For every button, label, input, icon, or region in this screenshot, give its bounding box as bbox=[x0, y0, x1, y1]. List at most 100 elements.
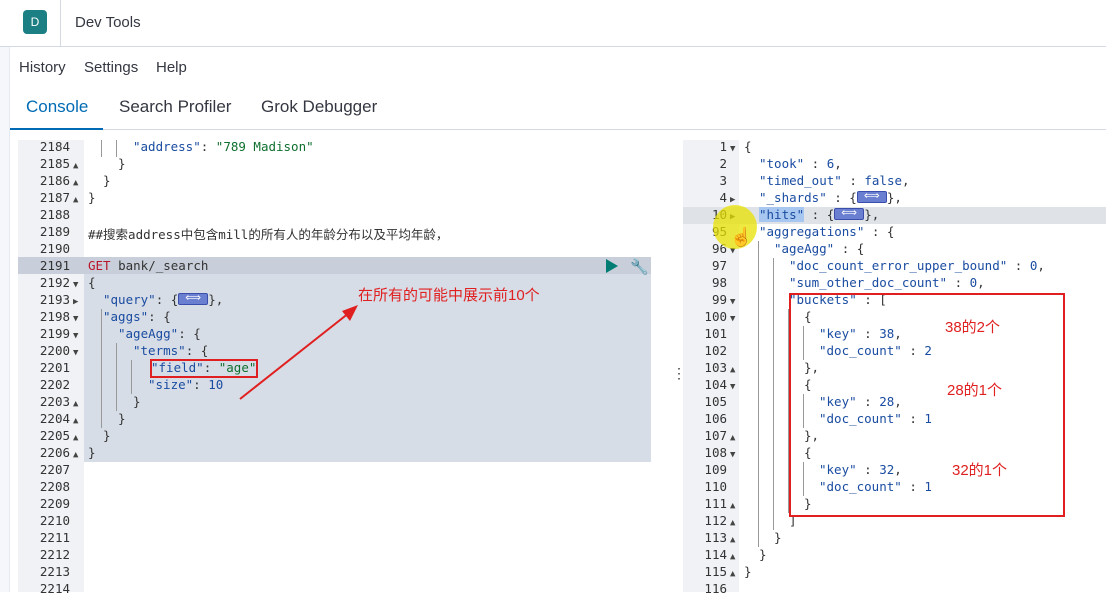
fold-icon[interactable]: ▼ bbox=[73, 348, 78, 358]
menu-help[interactable]: Help bbox=[156, 59, 187, 76]
fold-icon[interactable]: ▶ bbox=[73, 297, 78, 307]
fold-icon[interactable]: ▲ bbox=[73, 161, 78, 171]
indent-guide bbox=[773, 258, 774, 530]
app-title: Dev Tools bbox=[75, 14, 141, 31]
fold-icon[interactable]: ▲ bbox=[73, 195, 78, 205]
hand-cursor-icon: ☝ bbox=[730, 227, 753, 247]
line-number: 3 bbox=[719, 173, 727, 188]
code-line: "aggs": { bbox=[103, 309, 171, 324]
indent-guide bbox=[101, 309, 102, 428]
run-request-icon[interactable] bbox=[606, 259, 618, 273]
fold-icon[interactable]: ▼ bbox=[73, 314, 78, 324]
line-number: 2 bbox=[719, 156, 727, 171]
tab-search-profiler[interactable]: Search Profiler bbox=[119, 97, 231, 117]
line-number: 105 bbox=[704, 394, 727, 409]
fold-icon[interactable]: ▼ bbox=[730, 450, 735, 460]
line-number: 2213 bbox=[39, 564, 70, 579]
indent-guide bbox=[758, 241, 759, 547]
line-number: 98 bbox=[711, 275, 727, 290]
code-line: } bbox=[88, 190, 96, 205]
fold-icon[interactable]: ▲ bbox=[73, 433, 78, 443]
fold-icon[interactable]: ▼ bbox=[730, 297, 735, 307]
line-number: 2193 bbox=[39, 292, 70, 307]
tab-console[interactable]: Console bbox=[26, 97, 88, 117]
line-number: 108 bbox=[704, 445, 727, 460]
code-line: "hits" : {}, bbox=[759, 206, 879, 222]
line-number: 2191 bbox=[39, 258, 70, 273]
line-number: 2192 bbox=[39, 275, 70, 290]
code-line: "address": "789 Madison" bbox=[133, 139, 314, 154]
line-number: 2201 bbox=[39, 360, 70, 375]
line-number: 2185 bbox=[39, 156, 70, 171]
indent-guide bbox=[116, 343, 117, 411]
line-number: 104 bbox=[704, 377, 727, 392]
code-line: } bbox=[103, 173, 111, 188]
fold-icon[interactable]: ▲ bbox=[73, 450, 78, 460]
fold-icon[interactable]: ▲ bbox=[73, 399, 78, 409]
line-number: 112 bbox=[704, 513, 727, 528]
code-line: "timed_out" : false, bbox=[759, 173, 910, 188]
menu-history[interactable]: History bbox=[19, 59, 66, 76]
line-number: 114 bbox=[704, 547, 727, 562]
fold-icon[interactable]: ▲ bbox=[730, 552, 735, 562]
collapsed-fold-badge[interactable] bbox=[834, 206, 865, 220]
annotation-bucket-1: 38的2个 bbox=[945, 319, 1001, 336]
annotation-arrow bbox=[239, 305, 358, 400]
collapsed-fold-badge[interactable] bbox=[856, 189, 887, 203]
line-number: 2188 bbox=[39, 207, 70, 222]
fold-icon[interactable]: ▼ bbox=[730, 382, 735, 392]
fold-icon[interactable]: ▲ bbox=[730, 535, 735, 545]
line-number: 2198 bbox=[39, 309, 70, 324]
code-line: } bbox=[774, 530, 782, 545]
line-number: 106 bbox=[704, 411, 727, 426]
request-line: GET bank/_search bbox=[88, 258, 209, 273]
fold-icon[interactable]: ▲ bbox=[730, 518, 735, 528]
collapsed-fold-badge[interactable] bbox=[178, 291, 209, 305]
comment-line: ##搜索address中包含mill的所有人的年龄分布以及平均年龄， bbox=[88, 227, 449, 242]
top-bar: D Dev Tools bbox=[0, 0, 1106, 47]
code-line: "ageAgg": { bbox=[118, 326, 201, 341]
fold-icon[interactable]: ▼ bbox=[730, 144, 735, 154]
code-line: } bbox=[118, 156, 126, 171]
code-line: "query": {}, bbox=[103, 291, 223, 307]
fold-icon[interactable]: ▲ bbox=[730, 365, 735, 375]
line-number: 103 bbox=[704, 360, 727, 375]
code-line: "took" : 6, bbox=[759, 156, 842, 171]
fold-icon[interactable]: ▼ bbox=[73, 280, 78, 290]
code-line: } bbox=[759, 547, 767, 562]
line-number: 107 bbox=[704, 428, 727, 443]
line-number: 2214 bbox=[39, 581, 70, 596]
fold-icon[interactable]: ▲ bbox=[730, 501, 735, 511]
menu-settings[interactable]: Settings bbox=[84, 59, 138, 76]
line-number: 2199 bbox=[39, 326, 70, 341]
active-tab-indicator bbox=[10, 128, 103, 130]
line-number: 2205 bbox=[39, 428, 70, 443]
code-line: "_shards" : {}, bbox=[759, 189, 902, 205]
wrench-icon[interactable]: 🔧 bbox=[630, 258, 649, 276]
line-number: 2206 bbox=[39, 445, 70, 460]
line-number: 2203 bbox=[39, 394, 70, 409]
indent-guide bbox=[131, 360, 132, 394]
code-line: { bbox=[744, 139, 752, 154]
line-number: 2209 bbox=[39, 496, 70, 511]
line-number: 101 bbox=[704, 326, 727, 341]
code-line: } bbox=[118, 411, 126, 426]
tab-bar: Console Search Profiler Grok Debugger bbox=[10, 88, 1106, 130]
line-number: 110 bbox=[704, 479, 727, 494]
line-number: 4 bbox=[719, 190, 727, 205]
annotation-bucket-2: 28的1个 bbox=[947, 382, 1003, 399]
fold-icon[interactable]: ▼ bbox=[73, 331, 78, 341]
line-number: 2186 bbox=[39, 173, 70, 188]
line-number: 2202 bbox=[39, 377, 70, 392]
code-line: "size": 10 bbox=[148, 377, 224, 392]
app-logo[interactable]: D bbox=[23, 10, 47, 34]
fold-icon[interactable]: ▲ bbox=[730, 433, 735, 443]
fold-icon[interactable]: ▲ bbox=[730, 569, 735, 579]
fold-icon[interactable]: ▶ bbox=[730, 195, 735, 205]
fold-icon[interactable]: ▲ bbox=[73, 178, 78, 188]
fold-icon[interactable]: ▼ bbox=[730, 314, 735, 324]
annotation-arrow-note: 在所有的可能中展示前10个 bbox=[358, 287, 540, 304]
fold-icon[interactable]: ▲ bbox=[73, 416, 78, 426]
tab-grok-debugger[interactable]: Grok Debugger bbox=[261, 97, 377, 117]
left-strip bbox=[0, 47, 10, 592]
